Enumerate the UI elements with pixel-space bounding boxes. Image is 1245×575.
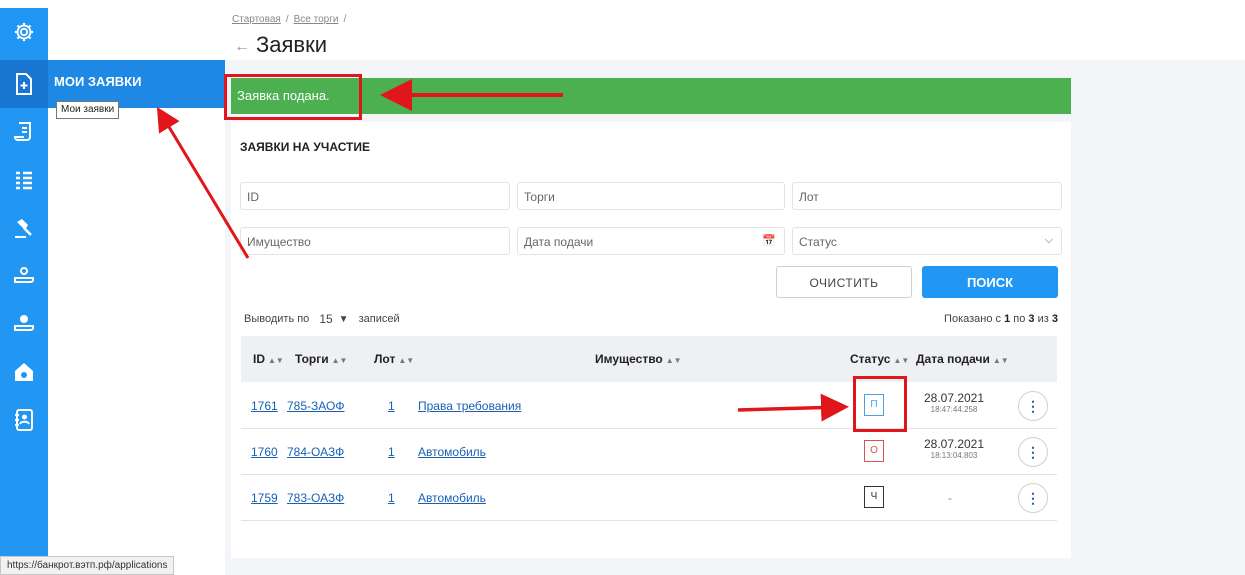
annotation-arrows [156, 79, 849, 422]
annotation-arrow [737, 393, 849, 422]
browser-status-url: https://банкрот.вэтп.рф/applications [0, 556, 175, 575]
annotation-arrow [156, 106, 250, 259]
